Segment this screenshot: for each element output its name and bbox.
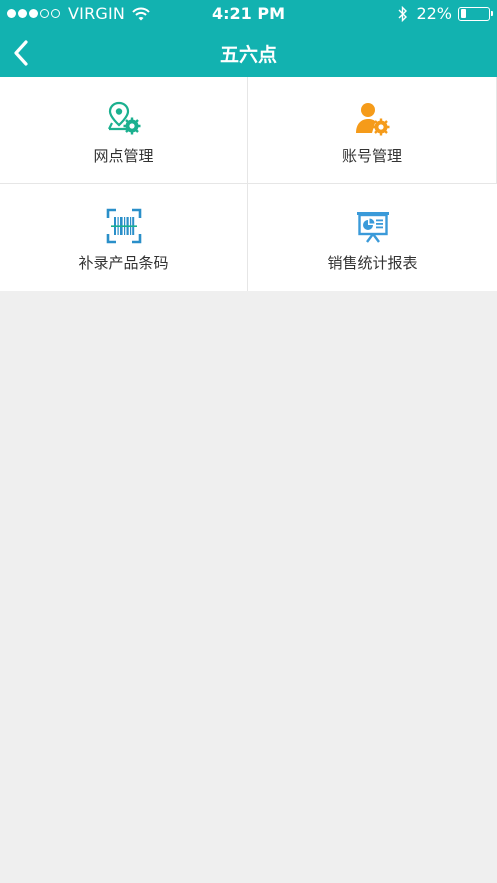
location-settings-icon xyxy=(107,101,140,135)
menu-item-label: 销售统计报表 xyxy=(327,254,418,272)
menu-item-sales-report[interactable]: 销售统计报表 xyxy=(248,184,497,291)
navigation-bar: 五六点 xyxy=(0,28,497,77)
menu-item-label: 网点管理 xyxy=(93,147,154,165)
bluetooth-icon xyxy=(398,5,408,22)
page-title: 五六点 xyxy=(219,44,277,66)
user-settings-icon xyxy=(356,103,390,136)
header: VIRGIN 4:21 PM 22% 五六点 xyxy=(0,0,497,77)
battery-percentage: 22% xyxy=(416,4,452,23)
status-bar: VIRGIN 4:21 PM 22% xyxy=(0,0,497,28)
barcode-scan-icon xyxy=(106,208,141,244)
menu-item-label: 补录产品条码 xyxy=(78,254,169,272)
menu-grid: 网点管理 账号管理 补录产品条码 销售统计报表 xyxy=(0,77,497,291)
menu-item-label: 账号管理 xyxy=(341,147,402,165)
menu-item-account-management[interactable]: 账号管理 xyxy=(248,77,497,184)
menu-item-barcode-entry[interactable]: 补录产品条码 xyxy=(0,184,248,291)
menu-item-outlet-management[interactable]: 网点管理 xyxy=(0,77,248,184)
presentation-chart-icon xyxy=(356,212,389,243)
battery-icon xyxy=(458,6,493,21)
